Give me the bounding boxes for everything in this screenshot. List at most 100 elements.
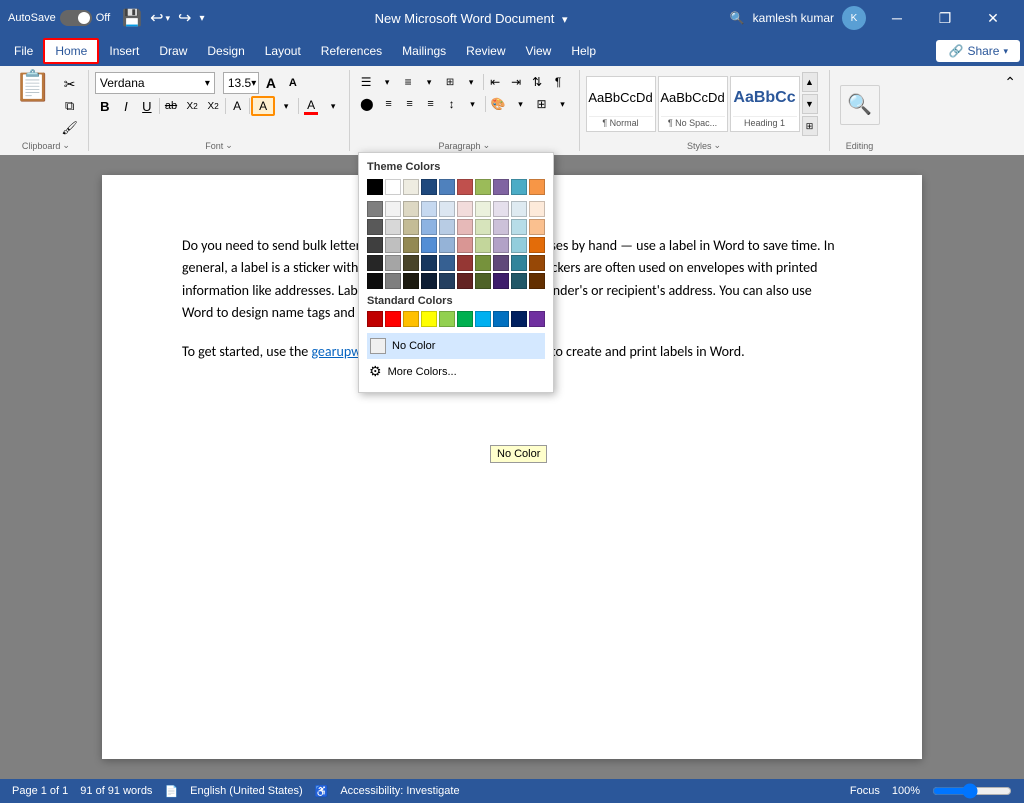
close-button[interactable]: ✕ — [970, 0, 1016, 36]
font-name-selector[interactable]: Verdana ▾ — [95, 72, 215, 94]
theme-shade-cell[interactable] — [511, 201, 527, 217]
theme-shade-cell[interactable] — [493, 255, 509, 271]
theme-color-cell[interactable] — [403, 179, 419, 195]
theme-shade-cell[interactable] — [529, 201, 545, 217]
shading-button[interactable]: 🎨 — [487, 94, 510, 114]
autosave-control[interactable]: AutoSave Off — [8, 10, 110, 26]
menu-mailings[interactable]: Mailings — [392, 40, 456, 62]
theme-shade-cell[interactable] — [457, 255, 473, 271]
style-heading1[interactable]: AaBbCc Heading 1 — [730, 76, 800, 132]
theme-shade-cell[interactable] — [529, 255, 545, 271]
standard-color-cell[interactable] — [457, 311, 473, 327]
menu-review[interactable]: Review — [456, 40, 515, 62]
theme-shade-cell[interactable] — [385, 237, 401, 253]
grow-font-button[interactable]: A — [261, 73, 281, 93]
styles-expander[interactable]: ⌄ — [714, 140, 722, 151]
standard-color-cell[interactable] — [511, 311, 527, 327]
theme-shade-cell[interactable] — [367, 255, 383, 271]
theme-shade-cell[interactable] — [493, 273, 509, 289]
theme-shade-cell[interactable] — [385, 273, 401, 289]
theme-shade-cell[interactable] — [529, 273, 545, 289]
theme-shade-cell[interactable] — [493, 219, 509, 235]
menu-draw[interactable]: Draw — [149, 40, 197, 62]
text-highlight-button[interactable]: A — [251, 96, 275, 116]
theme-shade-cell[interactable] — [457, 237, 473, 253]
standard-color-cell[interactable] — [529, 311, 545, 327]
theme-color-cell[interactable] — [421, 179, 437, 195]
more-colors-option[interactable]: ⚙ More Colors... — [367, 359, 545, 384]
title-dropdown-icon[interactable]: ▾ — [562, 14, 568, 26]
align-left-button[interactable]: ⬤ — [356, 94, 377, 114]
sort-button[interactable]: ⇅ — [527, 72, 547, 92]
clipboard-expander[interactable]: ⌄ — [62, 140, 70, 151]
underline-button[interactable]: U — [137, 96, 157, 116]
styles-scroll-down[interactable]: ▼ — [802, 94, 818, 114]
decrease-indent-button[interactable]: ⇤ — [485, 72, 505, 92]
theme-shade-cell[interactable] — [385, 201, 401, 217]
strikethrough-button[interactable]: ab — [161, 96, 181, 116]
menu-file[interactable]: File — [4, 40, 43, 62]
shading-dropdown[interactable]: ▾ — [511, 94, 531, 114]
focus-mode[interactable]: Focus — [850, 785, 880, 797]
more-tools-icon[interactable]: ▾ — [199, 13, 204, 24]
font-color-dropdown[interactable]: ▾ — [323, 96, 343, 116]
theme-shade-cell[interactable] — [367, 237, 383, 253]
numbering-button[interactable]: ≡ — [398, 72, 418, 92]
copy-button[interactable]: ⧉ — [57, 96, 82, 116]
theme-shade-cell[interactable] — [439, 201, 455, 217]
italic-button[interactable]: I — [116, 96, 136, 116]
theme-shade-cell[interactable] — [511, 273, 527, 289]
menu-references[interactable]: References — [311, 40, 392, 62]
menu-insert[interactable]: Insert — [99, 40, 149, 62]
style-no-spacing[interactable]: AaBbCcDd ¶ No Spac... — [658, 76, 728, 132]
standard-color-cell[interactable] — [385, 311, 401, 327]
style-normal[interactable]: AaBbCcDd ¶ Normal — [586, 76, 656, 132]
standard-color-cell[interactable] — [493, 311, 509, 327]
theme-shade-cell[interactable] — [403, 201, 419, 217]
theme-shade-cell[interactable] — [511, 219, 527, 235]
ribbon-collapse-button[interactable]: ⌃ — [1000, 70, 1020, 151]
bullets-button[interactable]: ☰ — [356, 72, 376, 92]
accessibility-status[interactable]: Accessibility: Investigate — [340, 785, 459, 797]
clear-format-button[interactable]: A — [227, 96, 247, 116]
find-search-button[interactable]: 🔍 — [840, 85, 880, 125]
theme-shade-cell[interactable] — [457, 201, 473, 217]
justify-button[interactable]: ≡ — [421, 94, 441, 114]
theme-shade-cell[interactable] — [475, 219, 491, 235]
theme-color-cell[interactable] — [493, 179, 509, 195]
theme-shade-cell[interactable] — [475, 273, 491, 289]
theme-shade-cell[interactable] — [421, 273, 437, 289]
standard-color-cell[interactable] — [367, 311, 383, 327]
align-center-button[interactable]: ≡ — [379, 94, 399, 114]
menu-view[interactable]: View — [516, 40, 562, 62]
theme-color-cell[interactable] — [385, 179, 401, 195]
subscript-button[interactable]: X2 — [182, 96, 202, 116]
theme-shade-cell[interactable] — [529, 237, 545, 253]
theme-shade-cell[interactable] — [439, 219, 455, 235]
line-spacing-dropdown[interactable]: ▾ — [463, 94, 483, 114]
theme-shade-cell[interactable] — [511, 255, 527, 271]
theme-shade-cell[interactable] — [403, 273, 419, 289]
autosave-toggle[interactable] — [60, 10, 92, 26]
theme-color-cell[interactable] — [367, 179, 383, 195]
theme-shade-cell[interactable] — [439, 255, 455, 271]
undo-dropdown-icon[interactable]: ▾ — [166, 13, 171, 24]
theme-shade-cell[interactable] — [403, 237, 419, 253]
theme-shade-cell[interactable] — [475, 201, 491, 217]
theme-shade-cell[interactable] — [457, 273, 473, 289]
menu-design[interactable]: Design — [197, 40, 254, 62]
theme-shade-cell[interactable] — [421, 237, 437, 253]
menu-layout[interactable]: Layout — [255, 40, 311, 62]
bold-button[interactable]: B — [95, 96, 115, 116]
increase-indent-button[interactable]: ⇥ — [506, 72, 526, 92]
theme-color-cell[interactable] — [511, 179, 527, 195]
theme-shade-cell[interactable] — [439, 273, 455, 289]
theme-shade-cell[interactable] — [493, 237, 509, 253]
theme-shade-cell[interactable] — [457, 219, 473, 235]
show-marks-button[interactable]: ¶ — [548, 72, 568, 92]
theme-shade-cell[interactable] — [475, 237, 491, 253]
bullets-dropdown[interactable]: ▾ — [377, 72, 397, 92]
format-painter-button[interactable]: 🖌 — [57, 118, 82, 138]
theme-shade-cell[interactable] — [421, 255, 437, 271]
font-color-button[interactable]: A — [300, 96, 322, 116]
